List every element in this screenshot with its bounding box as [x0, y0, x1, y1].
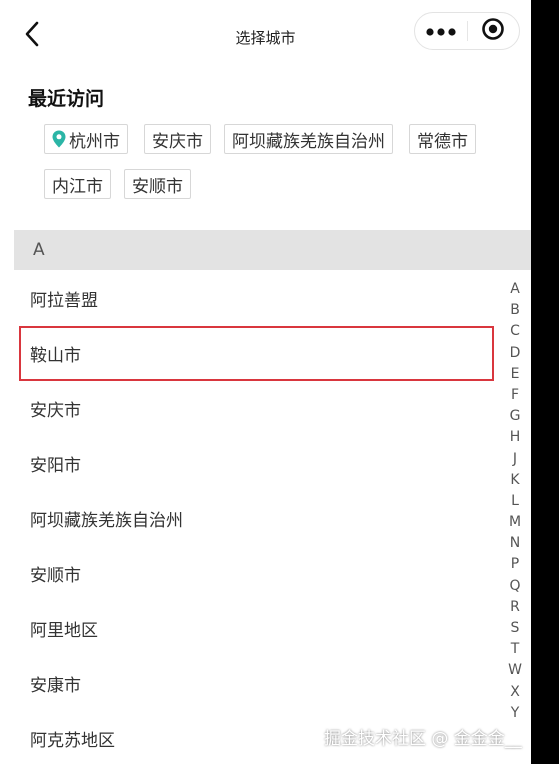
watermark-text: 掘金技术社区 @ 金金金__ [324, 729, 522, 749]
index-letter-g[interactable]: G [510, 406, 521, 427]
recent-chip-current-location[interactable]: 杭州市 [44, 124, 128, 154]
recent-visits-title: 最近访问 [28, 88, 105, 110]
city-list-item-selected[interactable]: 鞍山市 [19, 326, 494, 381]
index-letter-k[interactable]: K [510, 470, 519, 491]
section-header-a: A [14, 230, 531, 270]
index-letter-s[interactable]: S [511, 618, 520, 639]
index-letter-m[interactable]: M [509, 512, 521, 533]
index-letter-e[interactable]: E [511, 364, 520, 385]
index-letter-b[interactable]: B [510, 300, 520, 321]
close-button[interactable] [468, 12, 519, 50]
index-letter-f[interactable]: F [511, 385, 519, 406]
index-letter-x[interactable]: X [510, 682, 520, 703]
index-letter-d[interactable]: D [510, 343, 521, 364]
city-list-item[interactable]: 安顺市 [14, 546, 494, 601]
index-letter-p[interactable]: P [511, 554, 519, 575]
recent-chip[interactable]: 安顺市 [124, 169, 191, 199]
recent-chip[interactable]: 常德市 [409, 124, 476, 154]
recent-chip[interactable]: 安庆市 [144, 124, 211, 154]
index-letter-t[interactable]: T [511, 639, 520, 660]
city-list-item[interactable]: 安庆市 [14, 381, 494, 436]
index-letter-w[interactable]: W [508, 660, 522, 681]
index-letter-y[interactable]: Y [511, 703, 520, 724]
index-letter-a[interactable]: A [510, 279, 520, 300]
index-letter-h[interactable]: H [510, 427, 521, 448]
index-letter-n[interactable]: N [510, 533, 520, 554]
mini-program-capsule [414, 12, 520, 50]
alphabet-index-bar: A B C D E F G H J K L M N P Q R S T W X … [503, 279, 527, 724]
recent-chip-label: 杭州市 [69, 131, 120, 152]
target-circle-icon [481, 17, 505, 45]
city-list-item[interactable]: 安康市 [14, 656, 494, 711]
index-letter-l[interactable]: L [511, 491, 519, 512]
phone-screen: 选择城市 最近访问 杭州市 安庆市 阿坝藏族羌族自治州 常德市 内江市 安顺市 … [0, 0, 531, 764]
city-list-item[interactable]: 阿坝藏族羌族自治州 [14, 491, 494, 546]
navigation-bar: 选择城市 [0, 0, 531, 72]
index-letter-c[interactable]: C [510, 321, 520, 342]
three-dots-icon [426, 22, 456, 41]
index-letter-q[interactable]: Q [509, 576, 520, 597]
city-list-item[interactable]: 阿里地区 [14, 601, 494, 656]
location-pin-icon [52, 130, 66, 148]
recent-chip[interactable]: 阿坝藏族羌族自治州 [224, 124, 393, 154]
recent-chip[interactable]: 内江市 [44, 169, 111, 199]
city-list-item[interactable]: 阿拉善盟 [14, 271, 494, 326]
index-letter-r[interactable]: R [510, 597, 520, 618]
index-letter-j[interactable]: J [513, 449, 517, 470]
city-list-item[interactable]: 安阳市 [14, 436, 494, 491]
more-button[interactable] [415, 12, 467, 50]
